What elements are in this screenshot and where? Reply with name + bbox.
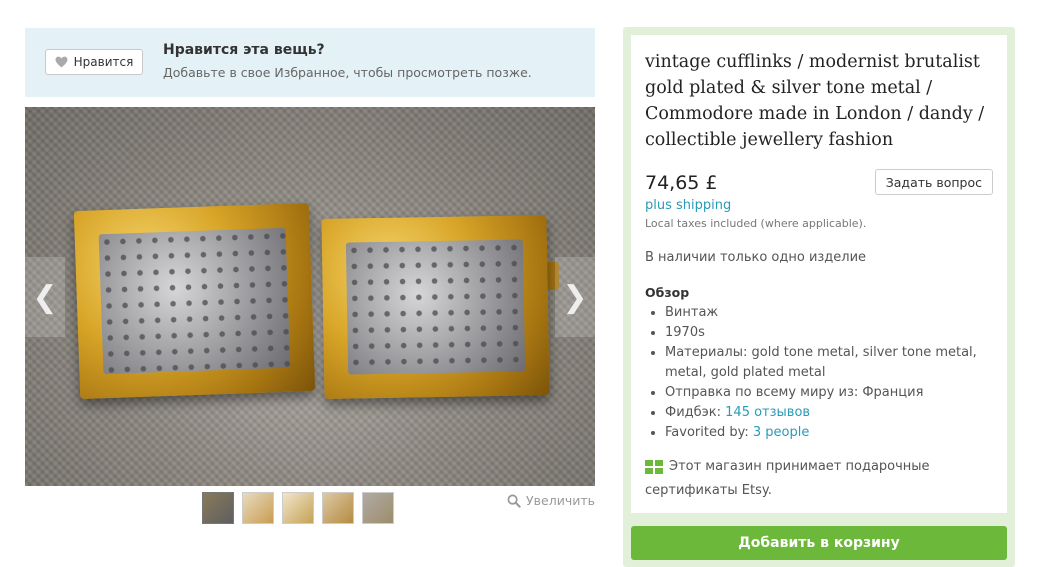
add-to-cart-button[interactable]: Добавить в корзину xyxy=(631,526,1007,560)
gallery-next-button[interactable]: ❯ xyxy=(555,257,595,337)
favorited-by-link[interactable]: 3 people xyxy=(753,425,809,440)
listing-panel: vintage cufflinks / modernist brutalist … xyxy=(631,35,1007,513)
gift-icon xyxy=(645,459,663,474)
list-item: Фидбэк: 145 отзывов xyxy=(665,403,1015,423)
ask-question-button[interactable]: Задать вопрос xyxy=(874,169,993,195)
chevron-right-icon: ❯ xyxy=(562,279,588,315)
shipping-link[interactable]: plus shipping xyxy=(645,198,731,213)
thumbnail-5[interactable] xyxy=(362,492,394,524)
thumbnail-4[interactable] xyxy=(322,492,354,524)
like-button-label: Нравится xyxy=(73,55,134,69)
list-item: 1970s xyxy=(665,323,1015,343)
favorite-banner: Нравится Нравится эта вещь? Добавьте в с… xyxy=(25,28,595,97)
list-item: Винтаж xyxy=(665,303,1015,323)
magnifier-icon xyxy=(507,494,521,508)
cufflink-left xyxy=(73,202,316,400)
overview-list: Винтаж 1970s Материалы: gold tone metal,… xyxy=(645,303,1015,443)
like-button[interactable]: Нравится xyxy=(45,49,143,75)
list-item: Материалы: gold tone metal, silver tone … xyxy=(665,343,1015,383)
stock-note: В наличии только одно изделие xyxy=(645,250,867,265)
gift-card-note: Этот магазин принимает подарочные сертиф… xyxy=(645,455,985,503)
favorite-subtext: Добавьте в свое Избранное, чтобы просмот… xyxy=(163,65,532,80)
cufflink-right xyxy=(321,215,550,399)
gift-card-text: Этот магазин принимает подарочные сертиф… xyxy=(645,459,930,498)
heart-icon xyxy=(55,56,68,68)
list-item: Отправка по всему миру из: Франция xyxy=(665,383,1015,403)
zoom-label: Увеличить xyxy=(526,493,595,508)
list-item: Favorited by: 3 people xyxy=(665,423,1015,443)
favorite-heading: Нравится эта вещь? xyxy=(163,42,325,58)
thumbnail-2[interactable] xyxy=(242,492,274,524)
gallery-prev-button[interactable]: ❮ xyxy=(25,257,65,337)
thumbnail-1[interactable] xyxy=(202,492,234,524)
listing-panel-frame: vintage cufflinks / modernist brutalist … xyxy=(623,27,1015,567)
thumbnail-strip xyxy=(202,492,394,524)
taxes-note: Local taxes included (where applicable). xyxy=(645,217,867,230)
listing-title: vintage cufflinks / modernist brutalist … xyxy=(645,52,985,150)
main-product-image[interactable]: ❮ ❯ xyxy=(25,107,595,486)
feedback-link[interactable]: 145 отзывов xyxy=(725,405,810,420)
chevron-left-icon: ❮ xyxy=(32,279,58,315)
thumbnail-3[interactable] xyxy=(282,492,314,524)
listing-price: 74,65 £ xyxy=(645,172,718,194)
zoom-button[interactable]: Увеличить xyxy=(507,493,595,508)
overview-title: Обзор xyxy=(645,285,690,300)
